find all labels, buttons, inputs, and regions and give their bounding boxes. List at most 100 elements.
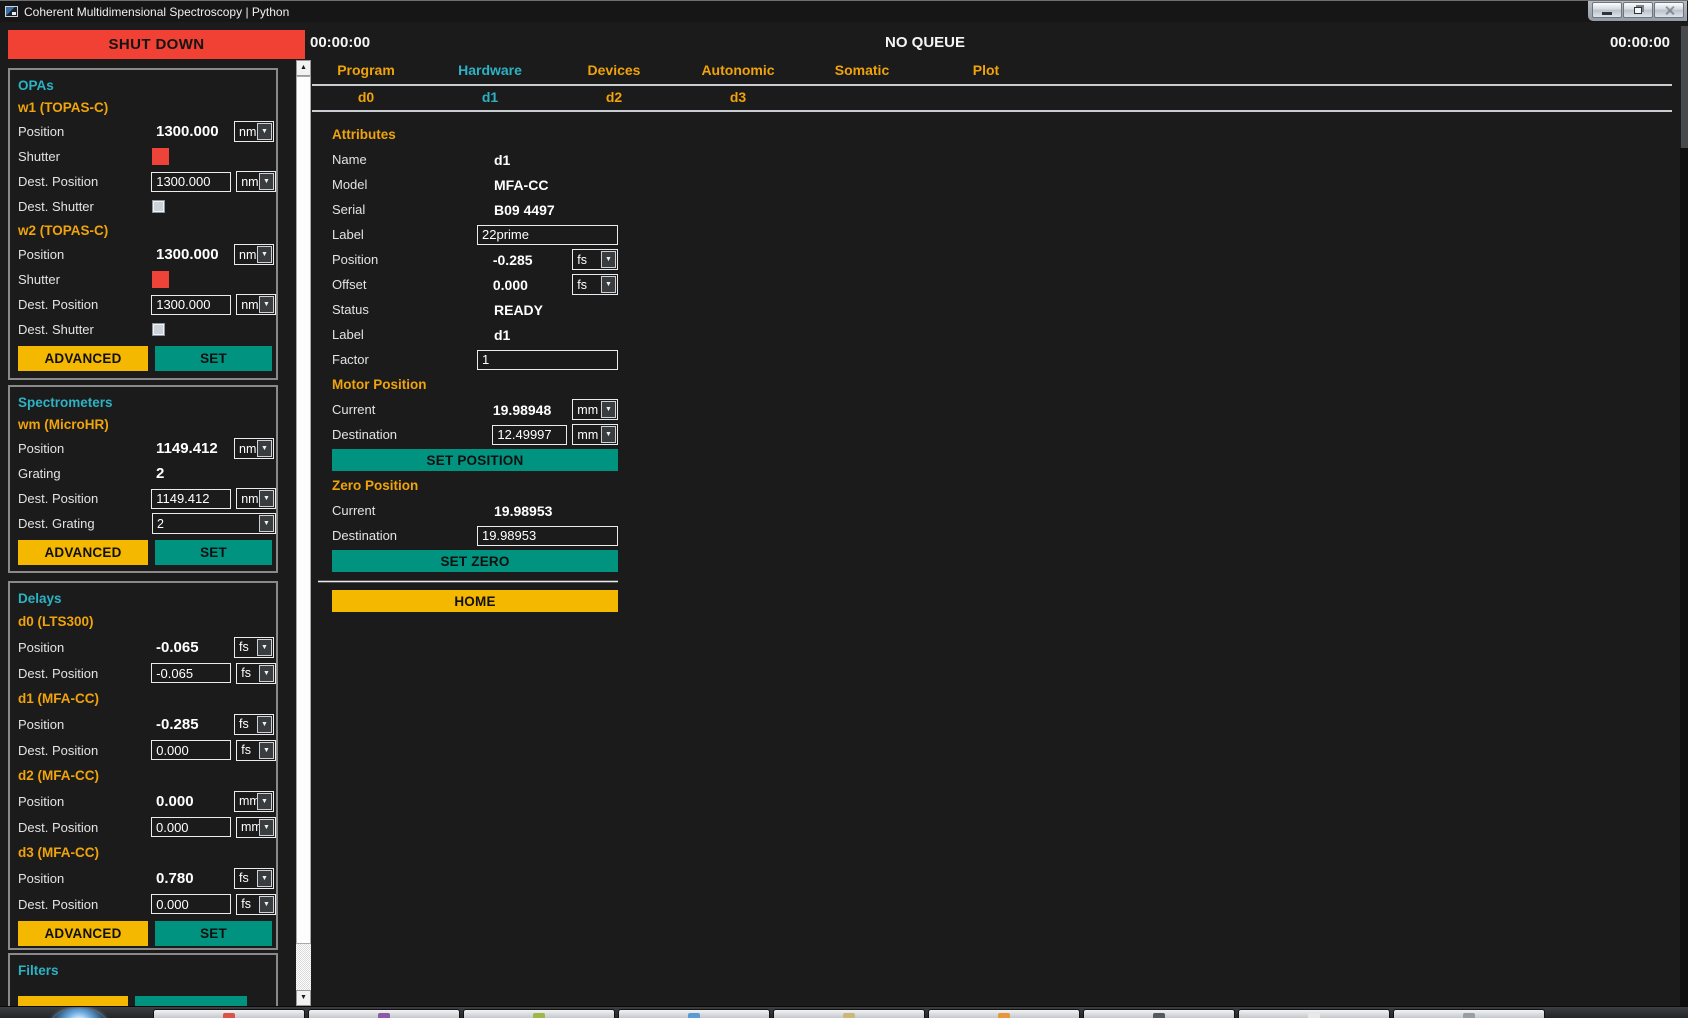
sidebar-scrollbar[interactable]: ▲ ▼ xyxy=(296,60,311,1006)
dest-position-unit-dropdown[interactable]: nm▼ xyxy=(236,488,276,509)
set-position-button[interactable]: SET POSITION xyxy=(332,449,618,471)
tab-somatic[interactable]: Somatic xyxy=(800,62,924,78)
dest-position-input[interactable] xyxy=(151,663,231,683)
factor-input[interactable] xyxy=(477,350,618,370)
dest-position-input[interactable] xyxy=(151,894,231,914)
app-icon xyxy=(223,1013,235,1018)
dest-grating-dropdown[interactable]: 2▼ xyxy=(152,513,276,534)
scrollbar-thumb[interactable] xyxy=(296,76,311,944)
position-label: Position xyxy=(18,640,152,655)
position-unit-dropdown[interactable]: nm▼ xyxy=(234,438,274,459)
zero-current-value: 19.98953 xyxy=(494,503,572,519)
position-value: 1300.000 xyxy=(152,246,229,263)
dest-position-input[interactable] xyxy=(151,295,231,315)
current-unit-dropdown[interactable]: mm▼ xyxy=(572,399,618,420)
minimize-button[interactable] xyxy=(1592,2,1622,18)
dest-position-input[interactable] xyxy=(151,740,231,760)
label-label: Label xyxy=(332,227,477,242)
tab-d2[interactable]: d2 xyxy=(552,89,676,105)
chevron-down-icon: ▼ xyxy=(601,251,616,268)
zero-destination-input[interactable] xyxy=(477,526,618,546)
position-unit-dropdown[interactable]: fs▼ xyxy=(234,637,274,658)
app-window-icon xyxy=(5,6,18,17)
dest-position-input[interactable] xyxy=(151,817,231,837)
dest-position-input[interactable] xyxy=(151,172,231,192)
taskbar-button[interactable] xyxy=(928,1009,1080,1018)
destination-input[interactable] xyxy=(492,425,567,445)
filters-set-button[interactable] xyxy=(135,996,247,1006)
chevron-down-icon: ▼ xyxy=(259,665,274,682)
tab-d0[interactable]: d0 xyxy=(304,89,428,105)
spectrometers-set-button[interactable]: SET xyxy=(155,540,272,565)
position-unit-dropdown[interactable]: fs▼ xyxy=(572,249,618,270)
dest-grating-label: Dest. Grating xyxy=(18,516,152,531)
position-label: Position xyxy=(18,871,152,886)
tab-hardware[interactable]: Hardware xyxy=(428,62,552,78)
chevron-down-icon: ▼ xyxy=(257,870,272,887)
taskbar-button[interactable] xyxy=(153,1009,305,1018)
taskbar-button[interactable] xyxy=(1393,1009,1545,1018)
dest-position-input[interactable] xyxy=(151,489,231,509)
taskbar-button[interactable] xyxy=(1083,1009,1235,1018)
position-unit-dropdown[interactable]: fs▼ xyxy=(234,868,274,889)
filters-advanced-button[interactable] xyxy=(18,996,128,1006)
position-label: Position xyxy=(332,252,493,267)
home-button[interactable]: HOME xyxy=(332,590,618,612)
opas-header: OPAs xyxy=(18,74,276,96)
chevron-down-icon: ▼ xyxy=(259,819,274,836)
position-unit-dropdown[interactable]: mm_▼ xyxy=(234,791,274,812)
shut-down-button[interactable]: SHUT DOWN xyxy=(8,30,305,59)
taskbar-button[interactable] xyxy=(773,1009,925,1018)
close-button[interactable] xyxy=(1654,2,1684,18)
dest-shutter-checkbox[interactable] xyxy=(152,200,165,213)
taskbar-button[interactable] xyxy=(618,1009,770,1018)
position-label: Position xyxy=(18,794,152,809)
scroll-down-button[interactable]: ▼ xyxy=(296,990,311,1006)
tab-d3[interactable]: d3 xyxy=(676,89,800,105)
dest-position-unit-dropdown[interactable]: nm▼ xyxy=(236,294,276,315)
shutter-indicator xyxy=(152,148,169,165)
spectrometers-advanced-button[interactable]: ADVANCED xyxy=(18,540,148,565)
delays-header: Delays xyxy=(18,587,276,609)
dest-position-unit-dropdown[interactable]: mm_▼ xyxy=(236,817,276,838)
chevron-down-icon: ▼ xyxy=(259,742,274,759)
scroll-up-button[interactable]: ▲ xyxy=(296,60,311,76)
dest-position-label: Dest. Position xyxy=(18,297,151,312)
start-button[interactable] xyxy=(50,1008,108,1018)
opas-advanced-button[interactable]: ADVANCED xyxy=(18,346,148,371)
dest-position-label: Dest. Position xyxy=(18,820,151,835)
position-unit-dropdown[interactable]: nm▼ xyxy=(234,244,274,265)
queue-status: NO QUEUE xyxy=(800,34,1050,51)
app-icon xyxy=(688,1013,700,1018)
tab-program[interactable]: Program xyxy=(304,62,428,78)
dest-shutter-checkbox[interactable] xyxy=(152,323,165,336)
offset-label: Offset xyxy=(332,277,493,292)
tab-plot[interactable]: Plot xyxy=(924,62,1048,78)
tab-autonomic[interactable]: Autonomic xyxy=(676,62,800,78)
delays-advanced-button[interactable]: ADVANCED xyxy=(18,921,148,946)
opas-set-button[interactable]: SET xyxy=(155,346,272,371)
app-icon xyxy=(1153,1013,1165,1018)
chevron-down-icon: ▼ xyxy=(257,793,272,810)
dest-position-unit-dropdown[interactable]: fs▼ xyxy=(236,894,276,915)
offset-unit-dropdown[interactable]: fs▼ xyxy=(572,274,618,295)
position-unit-dropdown[interactable]: nm▼ xyxy=(234,121,274,142)
taskbar-button[interactable] xyxy=(463,1009,615,1018)
restore-button[interactable] xyxy=(1623,2,1653,18)
dest-position-unit-dropdown[interactable]: nm▼ xyxy=(236,171,276,192)
tab-devices[interactable]: Devices xyxy=(552,62,676,78)
destination-unit-dropdown[interactable]: mm▼ xyxy=(572,424,618,445)
taskbar-button[interactable] xyxy=(1238,1009,1390,1018)
set-zero-button[interactable]: SET ZERO xyxy=(332,550,618,572)
delays-set-button[interactable]: SET xyxy=(155,921,272,946)
label-input[interactable] xyxy=(477,225,618,245)
main-scrollbar[interactable] xyxy=(1681,26,1688,148)
taskbar-button[interactable] xyxy=(308,1009,460,1018)
position-value: 1149.412 xyxy=(152,440,229,457)
tab-d1[interactable]: d1 xyxy=(428,89,552,105)
main-tab-bar: Program Hardware Devices Autonomic Somat… xyxy=(304,62,1048,78)
dest-position-unit-dropdown[interactable]: fs▼ xyxy=(236,740,276,761)
position-value: 0.000 xyxy=(152,793,229,810)
dest-position-unit-dropdown[interactable]: fs▼ xyxy=(236,663,276,684)
position-unit-dropdown[interactable]: fs▼ xyxy=(234,714,274,735)
